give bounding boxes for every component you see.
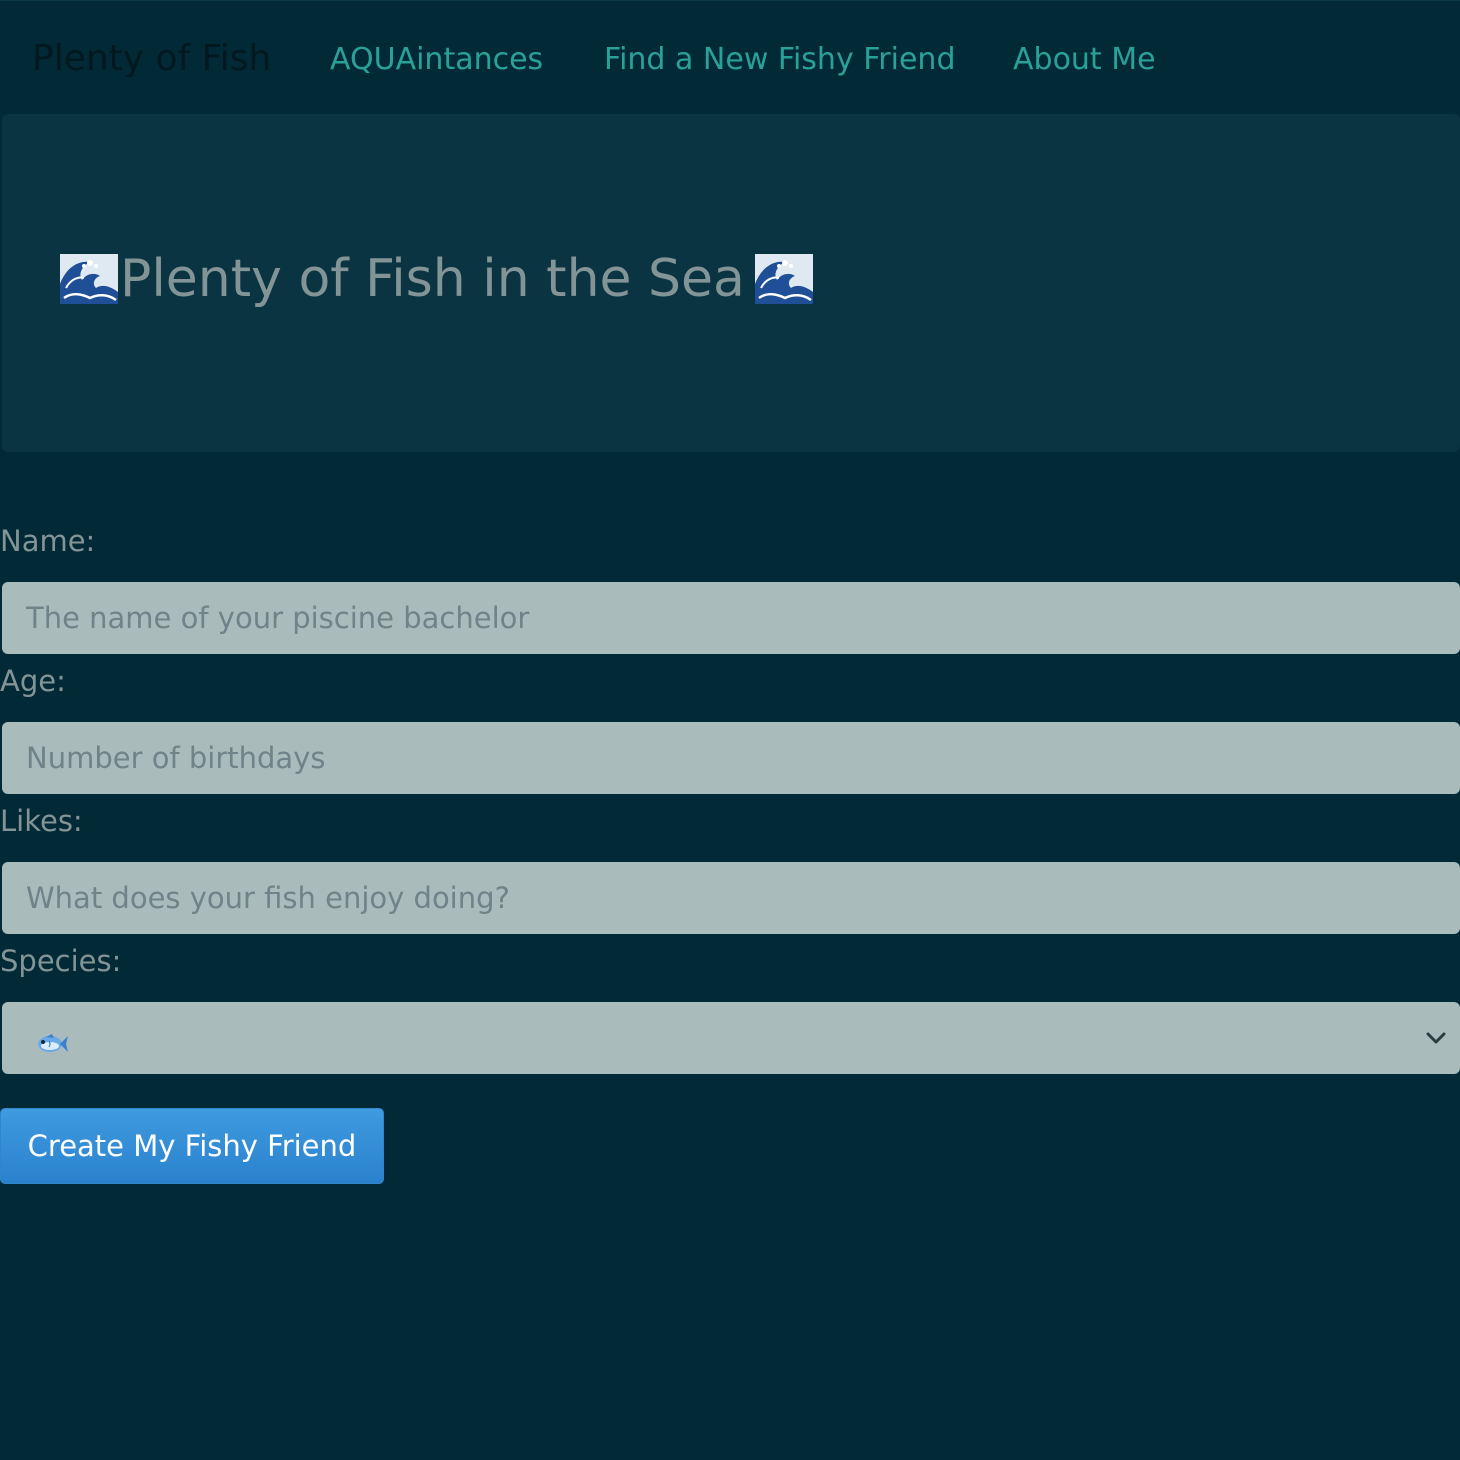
name-label: Name:: [0, 524, 96, 558]
create-fishy-friend-button[interactable]: Create My Fishy Friend: [0, 1108, 384, 1184]
page-title: Plenty of Fish in the Sea: [60, 244, 813, 314]
likes-label: Likes:: [0, 804, 83, 838]
age-label: Age:: [0, 664, 66, 698]
nav-link-aquaintances[interactable]: AQUAintances: [330, 41, 543, 79]
likes-input[interactable]: [2, 862, 1460, 934]
species-select[interactable]: [2, 1002, 1460, 1074]
species-label: Species:: [0, 944, 122, 978]
name-input[interactable]: [2, 582, 1460, 654]
nav-link-find-friend[interactable]: Find a New Fishy Friend: [604, 41, 956, 79]
wave-icon: [754, 254, 813, 304]
age-input[interactable]: [2, 722, 1460, 794]
nav-link-about-me[interactable]: About Me: [1013, 41, 1156, 79]
wave-icon: [60, 254, 118, 304]
page-title-text: Plenty of Fish in the Sea: [120, 249, 745, 309]
fish-icon: [38, 1034, 68, 1052]
chevron-down-icon: [1426, 1032, 1446, 1044]
brand-link[interactable]: Plenty of Fish: [32, 37, 271, 81]
navbar: Plenty of Fish AQUAintances Find a New F…: [0, 0, 1460, 114]
